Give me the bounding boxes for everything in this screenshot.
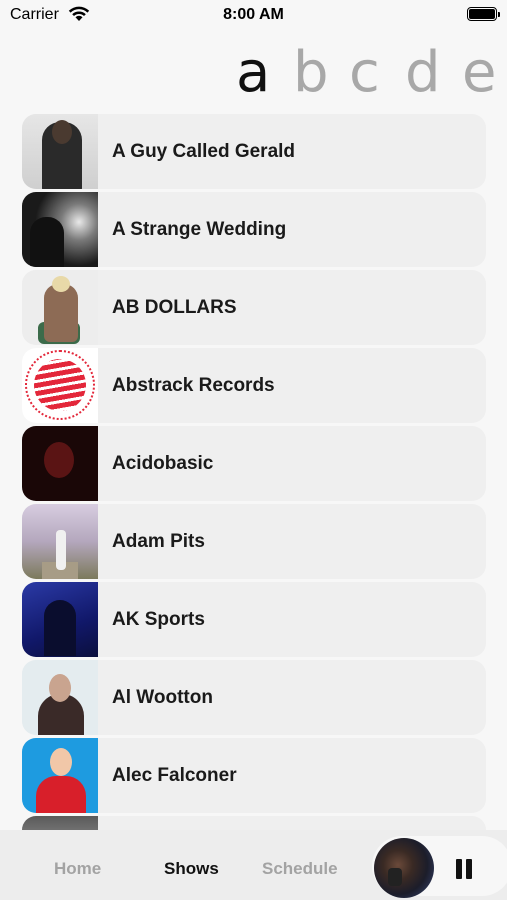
tab-schedule[interactable]: Schedule	[262, 859, 338, 879]
status-bar: Carrier 8:00 AM	[0, 0, 507, 30]
artist-name: Abstrack Records	[112, 374, 275, 396]
artist-thumbnail	[22, 582, 98, 657]
letter-a[interactable]: a	[236, 38, 270, 108]
artist-row[interactable]: Abstrack Records	[22, 348, 486, 423]
artist-thumbnail	[22, 114, 98, 189]
artist-thumbnail	[22, 738, 98, 813]
artist-thumbnail	[22, 270, 98, 345]
artist-thumbnail	[22, 660, 98, 735]
artist-row[interactable]: Acidobasic	[22, 426, 486, 501]
artist-name: Acidobasic	[112, 452, 214, 474]
artist-thumbnail	[22, 348, 98, 423]
artist-row[interactable]: AB DOLLARS	[22, 270, 486, 345]
artist-name: A Strange Wedding	[112, 218, 287, 240]
artist-name: Al Wootton	[112, 686, 213, 708]
artist-row[interactable]: Adam Pits	[22, 504, 486, 579]
letter-e[interactable]: e	[462, 38, 496, 108]
artist-name: Alec Falconer	[112, 764, 237, 786]
tab-home[interactable]: Home	[54, 859, 101, 879]
now-playing-artwork[interactable]	[374, 838, 434, 898]
artist-name: A Guy Called Gerald	[112, 140, 296, 162]
artist-thumbnail	[22, 426, 98, 501]
letter-c[interactable]: c	[349, 38, 380, 108]
artist-row[interactable]: Alec Falconer	[22, 738, 486, 813]
artist-row[interactable]: AK Sports	[22, 582, 486, 657]
artist-row[interactable]: Al Wootton	[22, 660, 486, 735]
pause-icon[interactable]	[453, 859, 475, 879]
letter-selector: a b c d e	[0, 38, 507, 108]
artist-thumbnail	[22, 504, 98, 579]
status-time: 8:00 AM	[223, 6, 284, 23]
letter-b[interactable]: b	[293, 38, 329, 108]
artist-thumbnail	[22, 192, 98, 267]
letter-d[interactable]: d	[405, 38, 441, 108]
artist-row[interactable]: A Strange Wedding	[22, 192, 486, 267]
tab-shows[interactable]: Shows	[164, 859, 219, 879]
artist-row[interactable]: A Guy Called Gerald	[22, 114, 486, 189]
artist-row-partial[interactable]	[22, 816, 486, 830]
artist-name: AK Sports	[112, 608, 205, 630]
battery-icon	[467, 7, 500, 21]
artist-thumbnail	[22, 816, 98, 830]
artist-list: A Guy Called Gerald A Strange Wedding AB…	[22, 114, 486, 830]
bottom-nav: Home Shows Schedule	[0, 830, 507, 900]
artist-name: Adam Pits	[112, 530, 205, 552]
artist-name: AB DOLLARS	[112, 296, 237, 318]
